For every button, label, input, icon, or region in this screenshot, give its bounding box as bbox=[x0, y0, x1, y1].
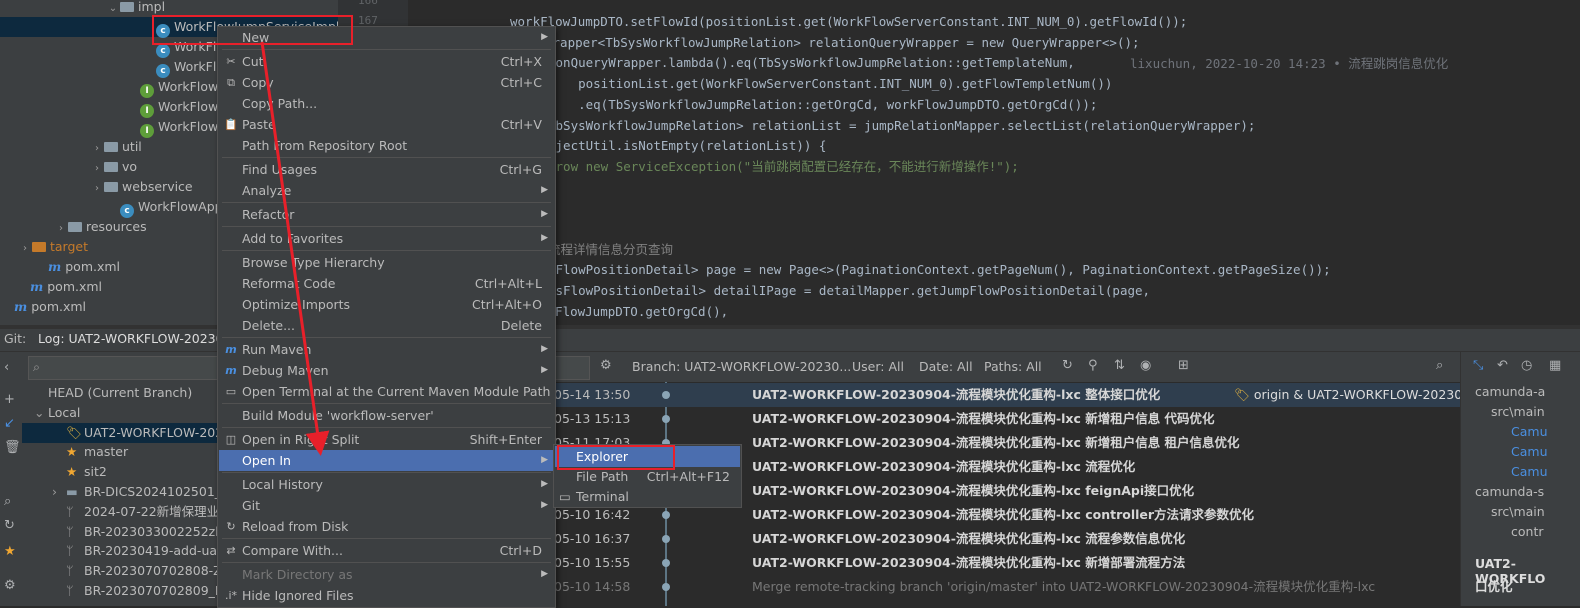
annotation-arrow bbox=[260, 41, 330, 456]
